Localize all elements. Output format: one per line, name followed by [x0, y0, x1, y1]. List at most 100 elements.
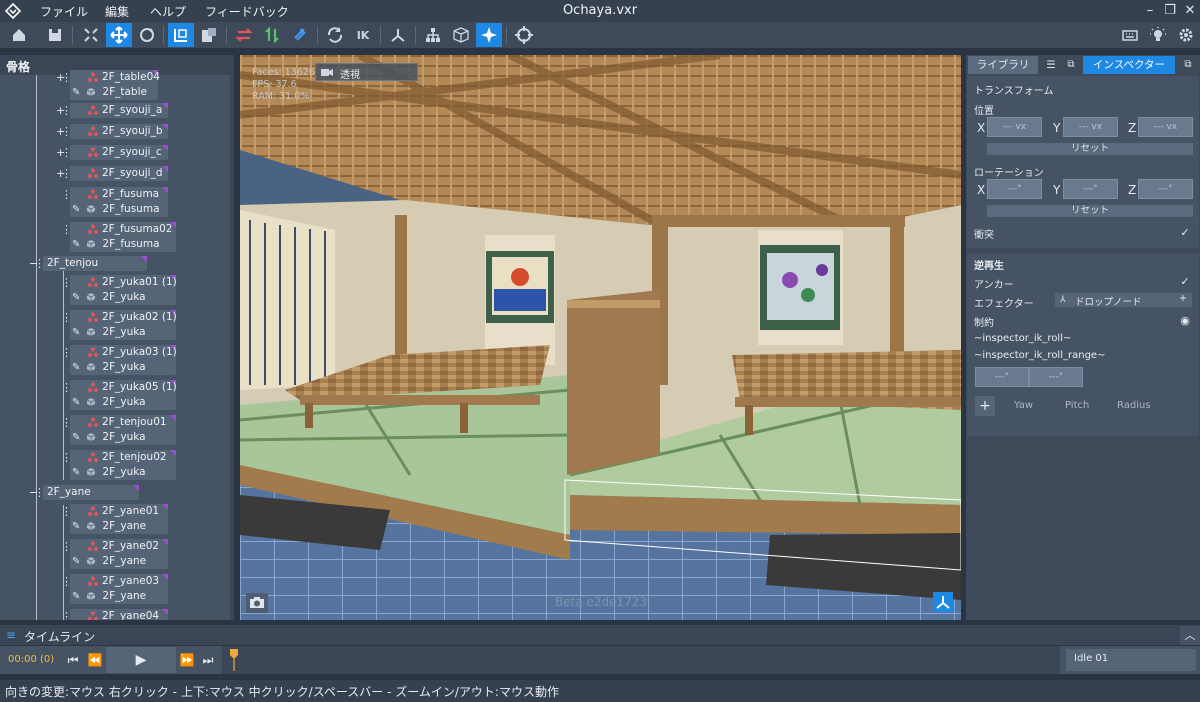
screenshot-button[interactable]: [246, 593, 268, 613]
maximize-icon[interactable]: ❐: [1162, 3, 1178, 19]
list-icon[interactable]: ☰: [1042, 56, 1060, 74]
skeleton-node[interactable]: 2F_yane03 ✎ 2F_yane: [70, 574, 168, 604]
move-icon[interactable]: [106, 23, 132, 47]
skeleton-node[interactable]: 2F_yuka02 (1) ✎ 2F_yuka: [70, 310, 177, 340]
save-icon[interactable]: [42, 23, 68, 47]
step-back-icon[interactable]: ⏪: [86, 648, 104, 672]
home-icon[interactable]: [6, 23, 32, 47]
skeleton-node[interactable]: 2F_tenjou01 ✎ 2F_yuka: [70, 415, 176, 445]
add-constraint-button[interactable]: +: [975, 396, 995, 416]
roll-max-field[interactable]: ---°: [1029, 367, 1083, 387]
stat-ram: RAM: 31.0%: [252, 91, 310, 102]
edit-icon[interactable]: ✎: [72, 362, 80, 373]
refresh-icon[interactable]: [322, 23, 348, 47]
tab-library[interactable]: ライブラリ: [968, 56, 1038, 74]
skip-end-icon[interactable]: ⏭: [199, 648, 217, 672]
skeleton-node[interactable]: 2F_yane: [43, 485, 139, 500]
gear-icon[interactable]: [1173, 23, 1199, 47]
rotation-y-field[interactable]: ---°: [1063, 179, 1118, 199]
edit-icon[interactable]: ✎: [72, 327, 80, 338]
eye-icon[interactable]: ◉: [1179, 315, 1191, 327]
minimize-icon[interactable]: –: [1142, 3, 1158, 19]
swap-green-icon[interactable]: [259, 23, 285, 47]
tab-inspector[interactable]: インスペクター: [1083, 56, 1175, 74]
edit-icon[interactable]: ✎: [72, 87, 80, 98]
position-reset-button[interactable]: リセット: [987, 143, 1193, 155]
fit-view-icon[interactable]: [78, 23, 104, 47]
edit-icon[interactable]: ✎: [72, 591, 80, 602]
skeleton-node[interactable]: 2F_tenjou: [43, 256, 147, 271]
edit-icon[interactable]: ✎: [72, 204, 80, 215]
position-z-field[interactable]: --- vx: [1138, 117, 1193, 137]
skeleton-node[interactable]: 2F_syouji_c: [70, 145, 168, 160]
step-forward-icon[interactable]: ⏩: [178, 648, 196, 672]
position-x-field[interactable]: --- vx: [987, 117, 1042, 137]
sparkle-icon[interactable]: [476, 23, 502, 47]
rotation-reset-button[interactable]: リセット: [987, 205, 1193, 217]
target-icon[interactable]: [511, 23, 537, 47]
edit-icon[interactable]: ✎: [72, 521, 80, 532]
3d-viewport[interactable]: Faces: 13626 FPS: 37.6 RAM: 31.0% 透視 Bet…: [240, 55, 961, 620]
menu-file[interactable]: ファイル: [40, 3, 88, 20]
edit-icon[interactable]: ✎: [72, 432, 80, 443]
timeline-track[interactable]: [222, 646, 1060, 674]
collision-checkbox[interactable]: ✓: [1179, 227, 1191, 239]
menu-edit[interactable]: 編集: [105, 3, 129, 20]
ik-icon[interactable]: IK: [350, 23, 376, 47]
skeleton-node[interactable]: 2F_tenjou02 ✎ 2F_yuka: [70, 450, 176, 480]
effector-drop-field[interactable]: ⅄ ドロップノード +: [1055, 293, 1192, 308]
rotation-x-field[interactable]: ---°: [987, 179, 1042, 199]
play-button[interactable]: ▶: [106, 647, 176, 673]
skeleton-node[interactable]: 2F_yane04: [70, 609, 168, 620]
anchor-checkbox[interactable]: ✓: [1179, 276, 1191, 288]
collapse-timeline-icon[interactable]: ︿: [1180, 626, 1200, 645]
skeleton-node[interactable]: 2F_fusuma ✎ 2F_fusuma: [70, 187, 168, 217]
skip-start-icon[interactable]: ⏮: [64, 648, 82, 672]
skeleton-node[interactable]: 2F_yuka03 (1) ✎ 2F_yuka: [70, 345, 177, 375]
roll-min-field[interactable]: ---°: [975, 367, 1029, 387]
popout-icon-2[interactable]: ⧉: [1180, 56, 1196, 74]
skeleton-node[interactable]: 2F_table04 ✎ 2F_table: [70, 70, 160, 100]
edit-icon[interactable]: ✎: [72, 397, 80, 408]
view-axis-button[interactable]: [933, 592, 953, 612]
timeline-time: 00:00 (0): [8, 654, 55, 665]
skeleton-node[interactable]: 2F_syouji_a: [70, 103, 168, 118]
node-label: 2F_syouji_c: [102, 146, 162, 158]
animation-clip-select[interactable]: Idle 01: [1066, 649, 1196, 671]
edit-icon[interactable]: ✎: [72, 467, 80, 478]
stat-fps: FPS: 37.6: [252, 79, 297, 90]
edit-icon[interactable]: ✎: [72, 556, 80, 567]
rotate-icon[interactable]: [134, 23, 160, 47]
edit-icon[interactable]: ✎: [72, 292, 80, 303]
cube-icon[interactable]: [448, 23, 474, 47]
skeleton-node[interactable]: 2F_yane02 ✎ 2F_yane: [70, 539, 168, 569]
popout-icon[interactable]: ⧉: [1063, 56, 1079, 74]
axis-icon[interactable]: [385, 23, 411, 47]
edit-icon[interactable]: ✎: [72, 239, 80, 250]
library-icon[interactable]: [196, 23, 222, 47]
skeleton-node[interactable]: 2F_yuka05 (1) ✎ 2F_yuka: [70, 380, 177, 410]
skeleton-node[interactable]: 2F_syouji_b: [70, 124, 168, 139]
tree-scrollbar[interactable]: [230, 75, 234, 620]
swap-blue-icon[interactable]: [287, 23, 313, 47]
skeleton-node[interactable]: 2F_syouji_d: [70, 166, 168, 181]
skeleton-node[interactable]: 2F_yane01 ✎ 2F_yane: [70, 504, 168, 534]
skeleton-node[interactable]: 2F_yuka01 (1) ✎ 2F_yuka: [70, 275, 177, 305]
model-cube-icon: [87, 592, 96, 600]
projection-select[interactable]: 透視: [315, 63, 418, 81]
close-icon[interactable]: ✕: [1182, 3, 1198, 19]
playhead-icon[interactable]: [230, 649, 238, 671]
position-y-field[interactable]: --- vx: [1063, 117, 1118, 137]
node-model-label: 2F_yuka: [102, 466, 146, 478]
bulb-icon[interactable]: [1145, 23, 1171, 47]
add-effector-icon[interactable]: +: [1179, 293, 1187, 304]
keyboard-icon[interactable]: [1117, 23, 1143, 47]
rotation-z-field[interactable]: ---°: [1138, 179, 1193, 199]
skeleton-node[interactable]: 2F_fusuma02 ✎ 2F_fusuma: [70, 222, 176, 252]
hierarchy-icon[interactable]: [420, 23, 446, 47]
menu-feedback[interactable]: フィードバック: [205, 3, 289, 20]
menu-help[interactable]: ヘルプ: [150, 3, 186, 20]
local-space-icon[interactable]: [168, 23, 194, 47]
app-logo-icon[interactable]: [4, 2, 22, 20]
swap-red-icon[interactable]: [231, 23, 257, 47]
